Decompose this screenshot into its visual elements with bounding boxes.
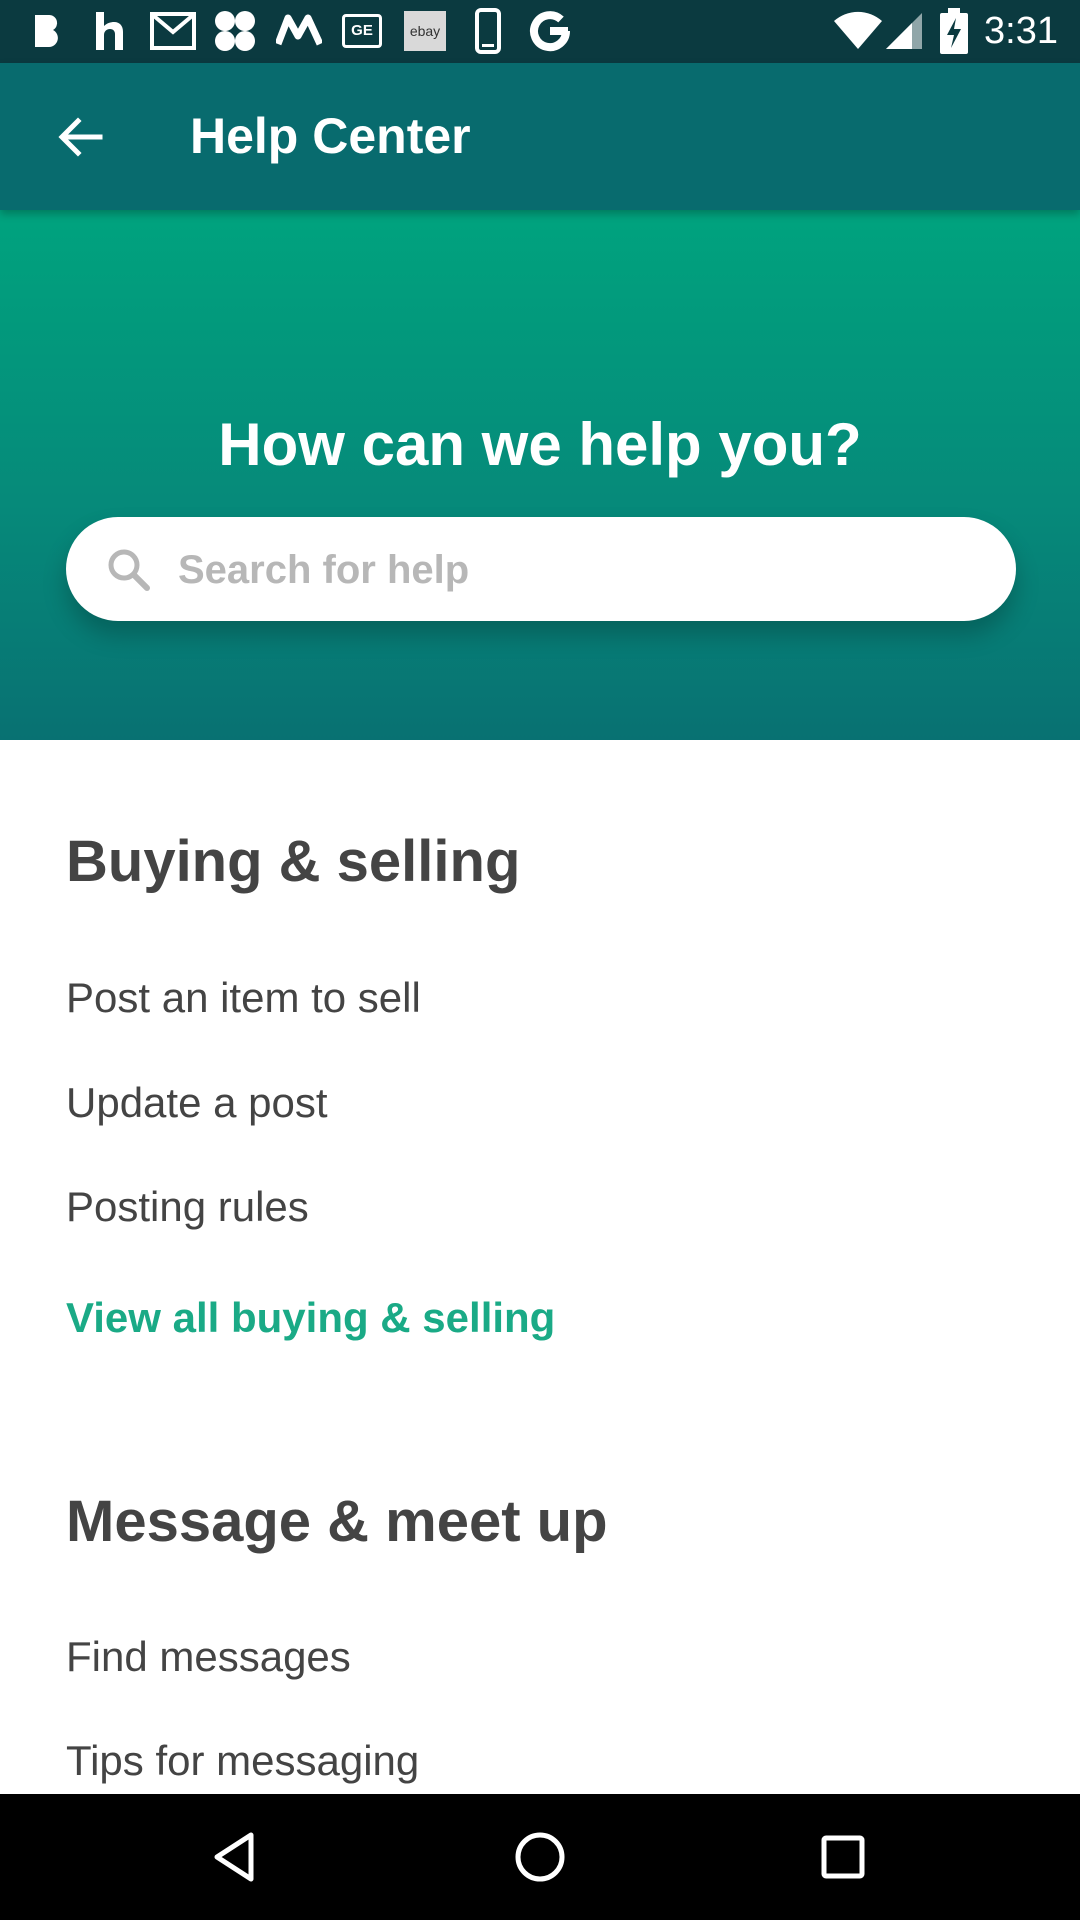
section-title-message-meet-up: Message & meet up — [66, 1489, 608, 1554]
list-item[interactable]: Update a post — [66, 1079, 328, 1127]
b-app-icon — [30, 10, 66, 52]
help-content: Buying & selling Post an item to sell Up… — [0, 740, 1080, 1794]
app-bar: Help Center — [0, 63, 1080, 210]
signal-icon — [884, 10, 924, 52]
arrow-left-icon — [58, 117, 103, 157]
nav-back-button[interactable] — [190, 1812, 280, 1902]
status-time: 3:31 — [984, 10, 1058, 52]
section-title-buying-selling: Buying & selling — [66, 829, 521, 894]
h-app-icon — [92, 10, 126, 52]
page-title: Help Center — [190, 108, 471, 164]
back-triangle-icon — [214, 1832, 254, 1882]
battery-charging-icon — [940, 8, 968, 54]
search-icon — [108, 549, 150, 591]
m-app-icon — [276, 10, 322, 52]
search-input[interactable] — [176, 517, 980, 623]
status-bar: GE ebay 3:31 — [0, 0, 1080, 63]
list-item[interactable]: Tips for messaging — [66, 1737, 419, 1785]
list-item[interactable]: Find messages — [66, 1633, 351, 1681]
nav-home-button[interactable] — [495, 1812, 585, 1902]
ge-app-icon: GE — [342, 10, 382, 52]
help-hero: How can we help you? — [0, 210, 1080, 740]
list-item[interactable]: Posting rules — [66, 1183, 309, 1231]
google-icon — [528, 10, 572, 52]
puzzle-app-icon — [212, 10, 258, 52]
view-all-buying-selling-link[interactable]: View all buying & selling — [66, 1294, 555, 1342]
nav-recents-button[interactable] — [798, 1812, 888, 1902]
ge-label: GE — [342, 14, 382, 48]
ebay-icon: ebay — [404, 10, 446, 52]
ebay-label: ebay — [404, 11, 446, 51]
wifi-icon — [832, 10, 884, 52]
hero-heading: How can we help you? — [218, 411, 862, 478]
gmail-icon — [150, 10, 196, 52]
back-button[interactable] — [36, 93, 124, 181]
recents-square-icon — [821, 1835, 865, 1879]
list-item[interactable]: Post an item to sell — [66, 974, 421, 1022]
search-box[interactable] — [66, 517, 1016, 623]
system-nav-bar — [0, 1794, 1080, 1920]
home-circle-icon — [515, 1832, 565, 1882]
phone-icon — [474, 8, 502, 54]
